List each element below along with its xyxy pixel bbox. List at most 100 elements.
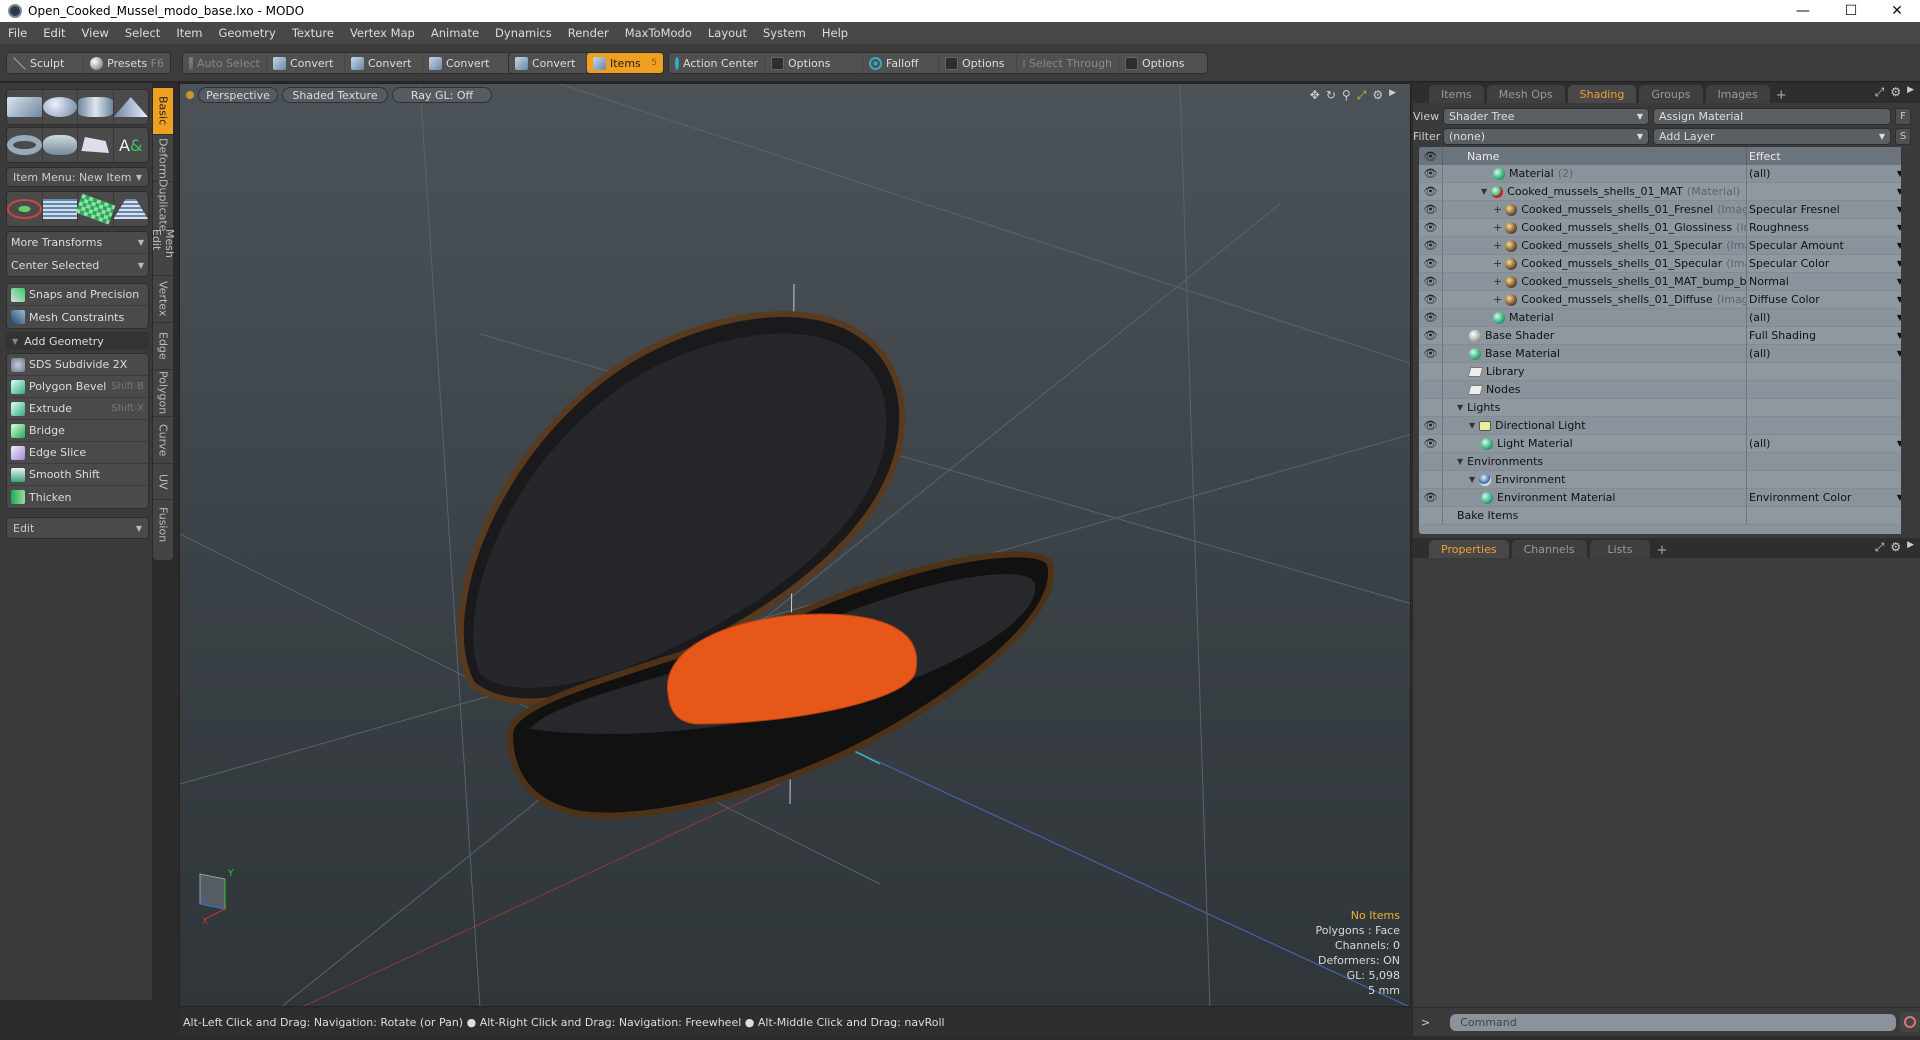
expand-plus-icon[interactable]: +	[1493, 275, 1502, 288]
expand-plus-icon[interactable]: +	[1493, 239, 1502, 252]
tab-edge[interactable]: Edge	[153, 323, 173, 370]
visibility-eye-icon[interactable]: 👁	[1419, 236, 1443, 255]
items-mode-button[interactable]: Items 5	[587, 53, 663, 73]
tab-deform[interactable]: Deform	[153, 135, 173, 182]
tree-row[interactable]: 👁 ▼ Directional Light	[1419, 416, 1909, 435]
capsule-tool[interactable]	[42, 128, 78, 162]
visibility-empty[interactable]	[1419, 452, 1443, 471]
effect-cell[interactable]: Specular Color ▼	[1747, 255, 1909, 273]
transform-tool[interactable]	[7, 192, 43, 226]
zoom-icon[interactable]: ⚲	[1342, 88, 1351, 103]
pen-tool[interactable]	[78, 128, 114, 162]
tab-channels[interactable]: Channels	[1511, 540, 1587, 558]
viewport-options-dot[interactable]	[186, 91, 194, 99]
menu-select[interactable]: Select	[117, 26, 168, 40]
soft-drag-tool[interactable]	[75, 192, 115, 226]
view-dropdown[interactable]: Shader Tree ▼	[1443, 107, 1649, 125]
record-button[interactable]	[1900, 1012, 1920, 1032]
view-type-button[interactable]: Perspective	[198, 87, 278, 103]
menu-dynamics[interactable]: Dynamics	[487, 26, 560, 40]
menu-vertex-map[interactable]: Vertex Map	[342, 26, 423, 40]
visibility-eye-icon[interactable]: 👁	[1419, 254, 1443, 273]
bridge-button[interactable]: Bridge	[7, 420, 148, 442]
expand-arrow-icon[interactable]: ▼	[1457, 403, 1463, 412]
gear-icon[interactable]: ⚙	[1890, 85, 1901, 100]
menu-texture[interactable]: Texture	[284, 26, 342, 40]
falloff-options-button[interactable]: Options	[939, 53, 1017, 73]
visibility-empty[interactable]	[1419, 362, 1443, 381]
center-selected-dropdown[interactable]: Center Selected ▼	[7, 254, 148, 276]
add-tab-button[interactable]: +	[1770, 88, 1793, 103]
menu-file[interactable]: File	[0, 26, 35, 40]
mesh-constraints-button[interactable]: Mesh Constraints	[7, 306, 148, 328]
snaps-precision-button[interactable]: Snaps and Precision	[7, 284, 148, 306]
expand-panel-icon[interactable]: ⤢	[1875, 540, 1885, 555]
effect-cell[interactable]: (all) ▼	[1747, 435, 1909, 453]
presets-button[interactable]: Presets F6	[84, 53, 170, 73]
tree-scrollbar[interactable]	[1901, 147, 1909, 534]
tree-row[interactable]: Bake Items	[1419, 506, 1909, 525]
tree-row[interactable]: 👁 Light Material (all) ▼	[1419, 434, 1909, 453]
tree-row[interactable]: Library	[1419, 362, 1909, 381]
visibility-eye-icon[interactable]: 👁	[1419, 182, 1443, 201]
close-button[interactable]: ✕	[1874, 0, 1920, 22]
gear-icon[interactable]: ⚙	[1890, 540, 1901, 555]
panel-arrow-icon[interactable]: ▶	[1907, 85, 1914, 100]
sphere-tool[interactable]	[42, 90, 78, 124]
command-input[interactable]: Command	[1450, 1013, 1897, 1031]
visibility-eye-icon[interactable]: 👁	[1419, 290, 1443, 309]
taper-tool[interactable]	[113, 192, 148, 226]
tab-vertex[interactable]: Vertex	[153, 276, 173, 323]
rotate-icon[interactable]: ↻	[1326, 88, 1336, 103]
visibility-empty[interactable]	[1419, 506, 1443, 525]
falloff-button[interactable]: Falloff	[863, 53, 939, 73]
select-through-button[interactable]: Select Through	[1017, 53, 1119, 73]
extrude-button[interactable]: Extrude Shift-X	[7, 398, 148, 420]
visibility-eye-icon[interactable]: 👁	[1419, 434, 1443, 453]
menu-view[interactable]: View	[74, 26, 117, 40]
tree-row[interactable]: 👁 Base Material (all) ▼	[1419, 344, 1909, 363]
tree-row[interactable]: 👁 + Cooked_mussels_shells_01_Specular(Imag…	[1419, 236, 1909, 255]
tab-uv[interactable]: UV	[153, 464, 173, 500]
expand-plus-icon[interactable]: +	[1493, 257, 1502, 270]
expand-arrow-icon[interactable]: ▼	[1481, 187, 1487, 196]
maximize-icon[interactable]: ⤢	[1357, 88, 1367, 103]
visibility-eye-icon[interactable]: 👁	[1419, 164, 1443, 183]
tab-fusion[interactable]: Fusion	[153, 500, 173, 550]
visibility-eye-icon[interactable]: 👁	[1419, 218, 1443, 237]
expand-arrow-icon[interactable]: ▼	[1469, 421, 1475, 430]
tree-row[interactable]: ▼ Lights	[1419, 398, 1909, 417]
tab-shading[interactable]: Shading	[1567, 85, 1637, 103]
tree-row[interactable]: 👁 + Cooked_mussels_shells_01_MAT_bump_bak …	[1419, 272, 1909, 291]
effect-cell[interactable]: Normal ▼	[1747, 273, 1909, 291]
text-tool[interactable]: A&	[114, 128, 149, 162]
tab-mesh-edit[interactable]: Mesh Edit	[150, 229, 176, 276]
tab-properties[interactable]: Properties	[1429, 540, 1509, 558]
minimize-button[interactable]: —	[1780, 0, 1826, 22]
polygon-bevel-button[interactable]: Polygon Bevel Shift-B	[7, 376, 148, 398]
tree-row[interactable]: 👁 ▼ Cooked_mussels_shells_01_MAT (Material)…	[1419, 182, 1909, 201]
menu-render[interactable]: Render	[560, 26, 617, 40]
effect-cell[interactable]: (all) ▼	[1747, 345, 1909, 363]
tab-mesh-ops[interactable]: Mesh Ops	[1486, 85, 1565, 103]
menu-geometry[interactable]: Geometry	[211, 26, 284, 40]
convert-vertices-button[interactable]: Convert	[267, 53, 345, 73]
expand-panel-icon[interactable]: ⤢	[1875, 85, 1885, 100]
shading-mode-button[interactable]: Shaded Texture	[282, 87, 388, 103]
effect-cell[interactable]: Diffuse Color ▼	[1747, 291, 1909, 309]
name-column-header[interactable]: Name	[1443, 147, 1747, 165]
s-button[interactable]: S	[1895, 127, 1911, 145]
add-tab-button[interactable]: +	[1650, 543, 1673, 558]
lattice-tool[interactable]	[42, 192, 78, 226]
visibility-eye-icon[interactable]: 👁	[1419, 488, 1443, 507]
expand-arrow-icon[interactable]: ▼	[1457, 457, 1463, 466]
effect-cell[interactable]: Full Shading ▼	[1747, 327, 1909, 345]
thicken-button[interactable]: Thicken	[7, 486, 148, 508]
effect-cell[interactable]: ▼	[1747, 183, 1909, 201]
tab-duplicate[interactable]: Duplicate	[153, 179, 173, 231]
convert-polygons-button[interactable]: Convert	[423, 53, 501, 73]
expand-arrow-icon[interactable]: ▼	[1469, 475, 1475, 484]
tab-images[interactable]: Images	[1705, 85, 1770, 103]
expand-plus-icon[interactable]: +	[1493, 293, 1502, 306]
tree-row[interactable]: Nodes	[1419, 380, 1909, 399]
